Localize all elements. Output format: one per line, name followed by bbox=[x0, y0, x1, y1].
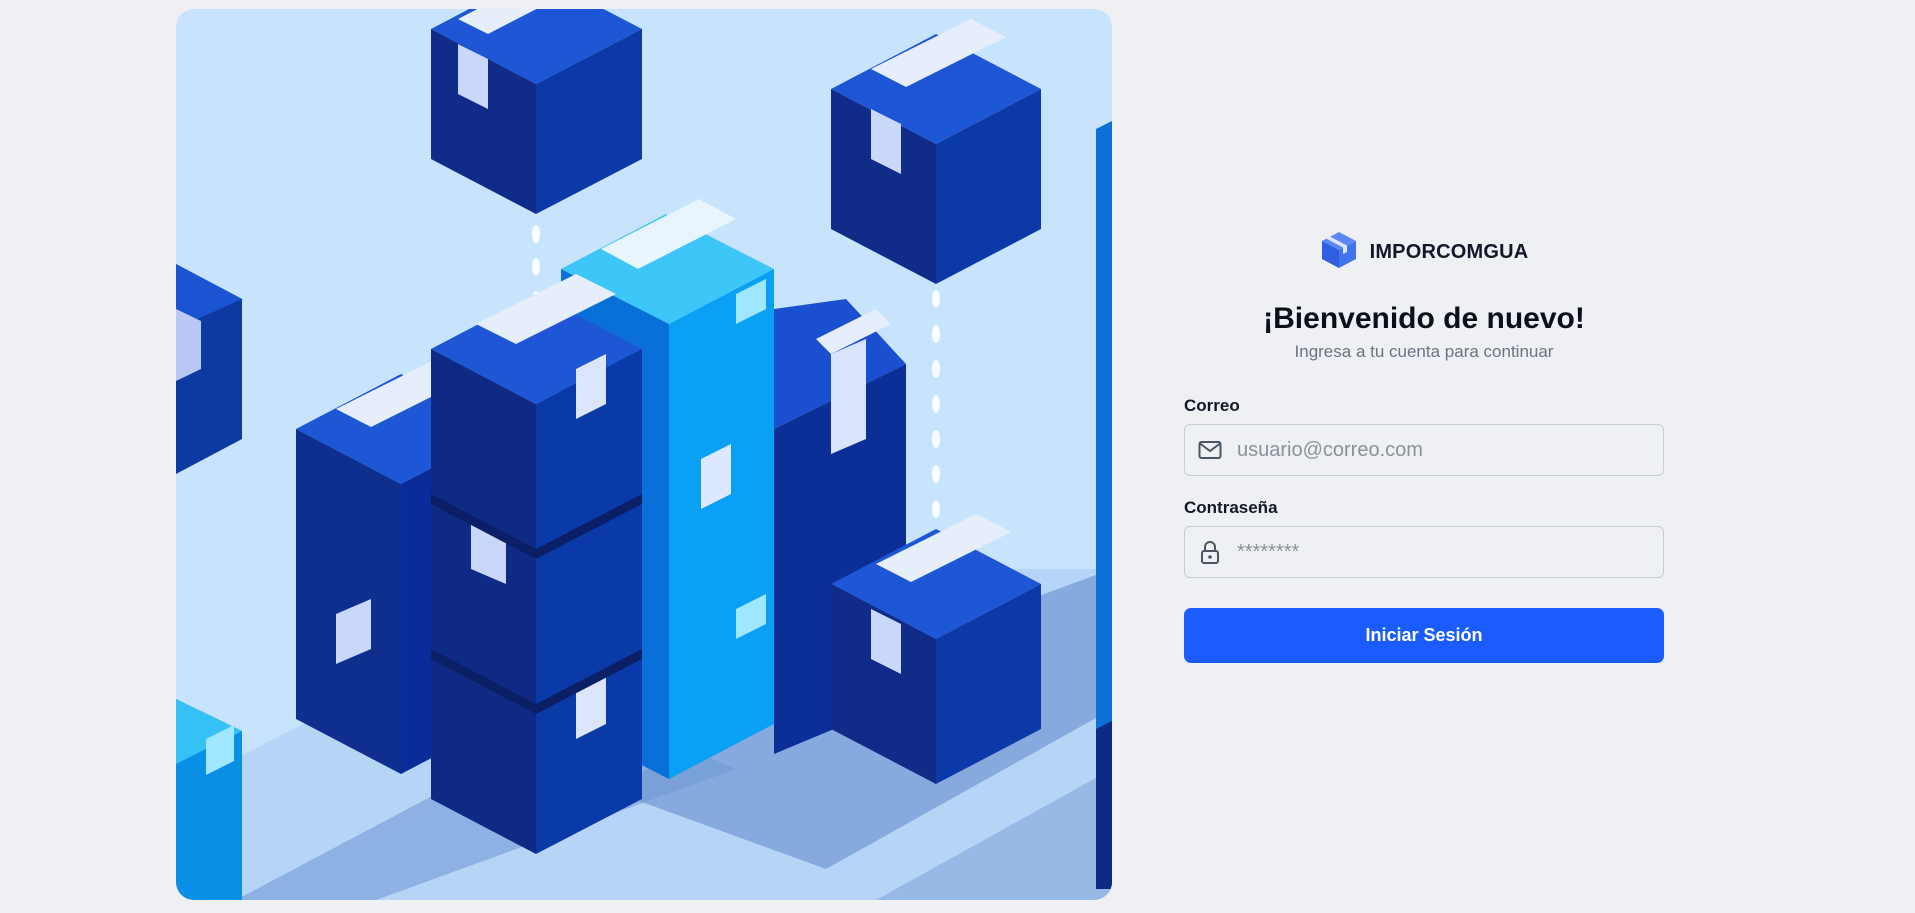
email-field-group: Correo bbox=[1184, 396, 1664, 476]
email-input[interactable] bbox=[1237, 425, 1663, 475]
login-panel: IMPORCOMGUA ¡Bienvenido de nuevo! Ingres… bbox=[1184, 230, 1664, 663]
package-box-icon bbox=[1320, 230, 1358, 275]
email-field[interactable] bbox=[1184, 424, 1664, 476]
page-title: ¡Bienvenido de nuevo! bbox=[1263, 302, 1585, 335]
lock-icon bbox=[1197, 539, 1223, 565]
login-button[interactable]: Iniciar Sesión bbox=[1184, 608, 1664, 663]
boxes-illustration bbox=[176, 9, 1112, 900]
email-label: Correo bbox=[1184, 396, 1240, 415]
password-label: Contraseña bbox=[1184, 498, 1278, 517]
brand-name: IMPORCOMGUA bbox=[1369, 240, 1529, 263]
brand: IMPORCOMGUA bbox=[1184, 230, 1664, 274]
mail-icon bbox=[1197, 437, 1223, 463]
hero-illustration bbox=[176, 9, 1112, 900]
password-field[interactable] bbox=[1184, 526, 1664, 578]
password-input[interactable] bbox=[1237, 527, 1663, 577]
page-subtitle: Ingresa a tu cuenta para continuar bbox=[1294, 342, 1554, 361]
password-field-group: Contraseña bbox=[1184, 498, 1664, 578]
